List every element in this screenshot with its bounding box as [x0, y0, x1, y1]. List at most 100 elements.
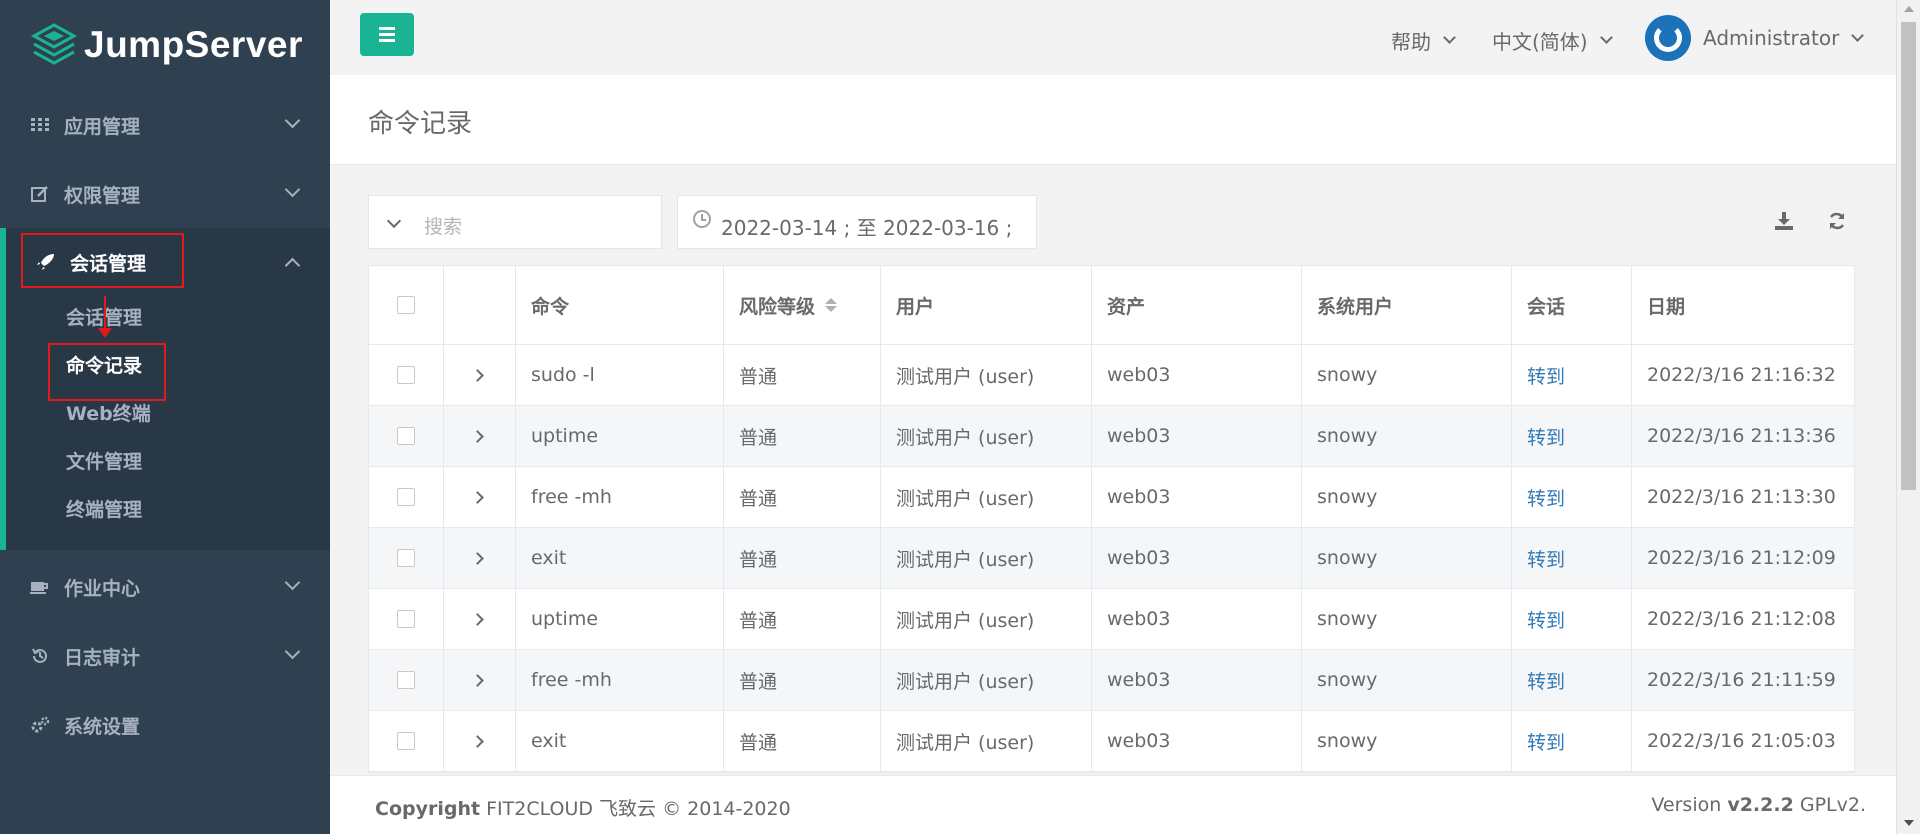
table-row[interactable]: free -mh 普通 测试用户 (user) web03 snowy 转到 2022/3/…	[369, 467, 1854, 528]
version-label: Version	[1651, 794, 1722, 816]
user-menu[interactable]: Administrator	[1703, 26, 1865, 50]
sidebar-subitem-web-terminal[interactable]: Web终端	[66, 399, 151, 426]
cell-session: 转到	[1511, 406, 1631, 466]
page-scrollbar[interactable]	[1896, 0, 1920, 834]
copyright-text: FIT2CLOUD 飞致云 © 2014-2020	[486, 798, 791, 820]
refresh-icon[interactable]	[1825, 209, 1849, 233]
edit-icon	[30, 184, 50, 204]
menu-toggle-button[interactable]	[360, 13, 414, 56]
row-expand-cell[interactable]	[443, 406, 515, 466]
cell-command: exit	[515, 528, 723, 588]
session-goto-link[interactable]: 转到	[1527, 423, 1565, 450]
chevron-right-icon[interactable]	[471, 368, 484, 382]
row-expand-cell[interactable]	[443, 650, 515, 710]
date-range-picker[interactable]: 2022-03-14 ; 至 2022-03-16 ;	[677, 195, 1037, 249]
header-risk-label: 风险等级	[739, 295, 816, 318]
cell-risk: 普通	[723, 589, 880, 649]
table-row[interactable]: exit 普通 测试用户 (user) web03 snowy 转到 2022/3/16 2…	[369, 711, 1854, 772]
chevron-right-icon[interactable]	[471, 734, 484, 748]
sort-icon[interactable]	[825, 298, 838, 312]
download-icon[interactable]	[1772, 209, 1796, 233]
chevron-down-icon	[284, 181, 301, 198]
chevron-down-icon	[1851, 28, 1865, 42]
main-content: 搜索 2022-03-14 ; 至 2022-03-16 ; 命令 风险等级 用…	[330, 165, 1896, 775]
cell-command: uptime	[515, 589, 723, 649]
cell-risk: 普通	[723, 467, 880, 527]
highlight-box-sessions	[21, 233, 184, 288]
cell-session: 转到	[1511, 345, 1631, 405]
sidebar-item-label: 作业中心	[64, 577, 141, 600]
sidebar-item-jobs[interactable]: 作业中心	[0, 553, 330, 621]
cell-system-user: snowy	[1301, 711, 1511, 771]
row-checkbox[interactable]	[397, 366, 415, 384]
session-goto-link[interactable]: 转到	[1527, 484, 1565, 511]
scroll-down-arrow[interactable]	[1904, 820, 1914, 826]
table-row[interactable]: exit 普通 测试用户 (user) web03 snowy 转到 2022/3/16 2…	[369, 528, 1854, 589]
sidebar-subitem-files[interactable]: 文件管理	[66, 447, 142, 474]
table-row[interactable]: uptime 普通 测试用户 (user) web03 snowy 转到 2022/3/16…	[369, 589, 1854, 650]
chevron-right-icon[interactable]	[471, 429, 484, 443]
session-goto-link[interactable]: 转到	[1527, 667, 1565, 694]
sidebar-item-audit[interactable]: 日志审计	[0, 622, 330, 690]
session-goto-link[interactable]: 转到	[1527, 606, 1565, 633]
help-label: 帮助	[1391, 30, 1431, 54]
chevron-right-icon[interactable]	[471, 551, 484, 565]
sidebar-item-settings[interactable]: 系统设置	[0, 691, 330, 759]
highlight-arrow	[104, 296, 106, 330]
cell-system-user: snowy	[1301, 589, 1511, 649]
header-risk[interactable]: 风险等级	[723, 266, 880, 344]
session-goto-link[interactable]: 转到	[1527, 545, 1565, 572]
row-checkbox[interactable]	[397, 549, 415, 567]
row-expand-cell[interactable]	[443, 711, 515, 771]
chevron-right-icon[interactable]	[471, 612, 484, 626]
row-select-cell	[369, 345, 443, 405]
cell-user: 测试用户 (user)	[880, 650, 1091, 710]
chevron-up-icon	[284, 257, 301, 274]
row-checkbox[interactable]	[397, 610, 415, 628]
chevron-right-icon[interactable]	[471, 673, 484, 687]
sidebar-item-label: 应用管理	[64, 115, 141, 138]
brand-name: JumpServer	[84, 24, 303, 65]
sidebar-subitem-terminals[interactable]: 终端管理	[66, 495, 142, 522]
scroll-up-arrow[interactable]	[1904, 6, 1914, 12]
row-expand-cell[interactable]	[443, 345, 515, 405]
table-row[interactable]: uptime 普通 测试用户 (user) web03 snowy 转到 2022/3/16…	[369, 406, 1854, 467]
cell-asset: web03	[1091, 589, 1301, 649]
scroll-thumb[interactable]	[1901, 22, 1916, 490]
header-user: 用户	[880, 266, 1091, 344]
chevron-down-icon[interactable]	[386, 213, 402, 229]
row-expand-cell[interactable]	[443, 528, 515, 588]
row-select-cell	[369, 711, 443, 771]
help-menu[interactable]: 帮助	[1391, 26, 1456, 55]
cell-risk: 普通	[723, 711, 880, 771]
version-number: v2.2.2	[1727, 794, 1794, 816]
session-goto-link[interactable]: 转到	[1527, 728, 1565, 755]
cell-asset: web03	[1091, 650, 1301, 710]
sidebar-item-apps[interactable]: 应用管理	[0, 91, 330, 159]
logo[interactable]: JumpServer	[0, 0, 330, 104]
row-checkbox[interactable]	[397, 427, 415, 445]
row-checkbox[interactable]	[397, 732, 415, 750]
coffee-icon	[30, 577, 50, 597]
sidebar-item-permissions[interactable]: 权限管理	[0, 160, 330, 228]
user-avatar[interactable]	[1645, 15, 1691, 61]
chevron-right-icon[interactable]	[471, 490, 484, 504]
cell-session: 转到	[1511, 650, 1631, 710]
row-checkbox[interactable]	[397, 671, 415, 689]
session-goto-link[interactable]: 转到	[1527, 362, 1565, 389]
cell-command: free -mh	[515, 467, 723, 527]
select-all-checkbox[interactable]	[397, 296, 415, 314]
cell-system-user: snowy	[1301, 650, 1511, 710]
row-expand-cell[interactable]	[443, 589, 515, 649]
language-menu[interactable]: 中文(简体)	[1492, 26, 1613, 55]
row-checkbox[interactable]	[397, 488, 415, 506]
page-title: 命令记录	[368, 109, 473, 139]
sidebar: JumpServer 应用管理 权限管理 会话管理 会话管理 命令记录 Web终…	[0, 0, 330, 834]
table-row[interactable]: free -mh 普通 测试用户 (user) web03 snowy 转到 2022/3/…	[369, 650, 1854, 711]
table-row[interactable]: sudo -l 普通 测试用户 (user) web03 snowy 转到 2022/3/1…	[369, 345, 1854, 406]
search-input[interactable]: 搜索	[368, 195, 662, 249]
row-expand-cell[interactable]	[443, 467, 515, 527]
header-command: 命令	[515, 266, 723, 344]
cell-date: 2022/3/16 21:11:59	[1631, 650, 1856, 710]
cell-risk: 普通	[723, 406, 880, 466]
